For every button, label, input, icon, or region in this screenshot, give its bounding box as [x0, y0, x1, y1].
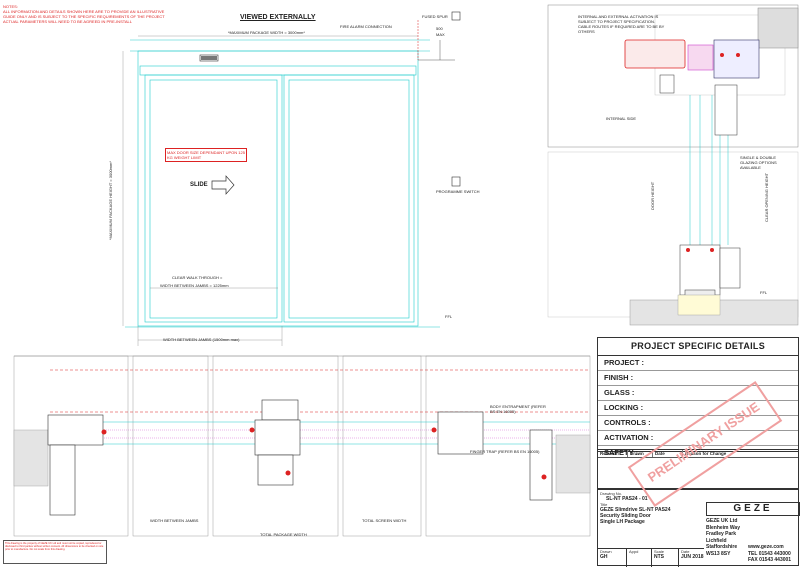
appd-label: Appd	[629, 549, 639, 554]
company-line: Fradley Park	[706, 531, 737, 537]
clear-opening-height-label: CLEAR OPENING HEIGHT	[764, 172, 769, 222]
fused-spur-label: FUSED SPUR	[422, 14, 448, 19]
body-entrapment-label: BODY ENTRAPMENT (REFER BS EN 16005)	[490, 404, 546, 414]
geze-logo: GEZE	[706, 502, 800, 516]
title-line: Single LH Package	[600, 519, 645, 525]
detail-row-project: PROJECT :	[598, 356, 798, 371]
date-value: JUN 2018	[681, 554, 704, 560]
slide-label: SLIDE	[190, 182, 208, 188]
finger-trap-label: FINGER TRAP (REFER BS EN 16005)	[470, 449, 540, 454]
width-jambs-label: WIDTH BETWEEN JAMBS = 1225mm	[160, 283, 229, 288]
rev-col-revision: Revision	[598, 450, 628, 457]
max-width-label: *MAXIMUM PACKAGE WIDTH = 3000mm*	[228, 30, 305, 35]
clear-walk-label: CLEAR WALK THROUGH =	[172, 275, 223, 280]
weight-note: MAX DOOR SIZE DEPENDANT UPON 125 KG WEIG…	[165, 148, 247, 162]
dim-max: MAX	[436, 32, 445, 37]
dim-500: 500	[436, 26, 443, 31]
drawn-value: GH	[600, 554, 608, 560]
plan-width-jambs: WIDTH BETWEEN JAMBS	[150, 518, 199, 523]
slide-arrow-icon	[211, 175, 235, 195]
plan-total-screen-width: TOTAL SCREEN WIDTH	[362, 518, 407, 523]
plan-total-package-width: TOTAL PACKAGE WIDTH	[260, 532, 307, 537]
glazing-note: SINGLE & DOUBLE GLAZING OPTIONS AVAILABL…	[740, 155, 777, 170]
company-line: WS13 8SY	[706, 550, 731, 557]
company-line: Staffordshire	[706, 544, 738, 550]
disclaimer-box: This drawing is the property of GEZE UK …	[3, 540, 107, 564]
door-height-label: DOOR HEIGHT	[650, 181, 655, 210]
plan-drawing	[13, 355, 591, 537]
project-details-heading: PROJECT SPECIFIC DETAILS	[598, 338, 798, 356]
width-jambs-bottom-label: WIDTH BETWEEN JAMBS (1500mm max)	[163, 337, 240, 342]
ffl-label: FFL	[445, 314, 453, 319]
programme-switch-label: PROGRAMME SWITCH	[436, 189, 480, 194]
programme-switch-icon	[451, 176, 461, 187]
fire-alarm-label: FIRE ALARM CONNECTION	[340, 24, 392, 29]
company-fax: FAX 01543 443001	[748, 557, 792, 563]
title-block: Drawing No. SL-NT PAS24 - 01 Title GEZE …	[597, 489, 800, 567]
company-line: GEZE UK Ltd	[706, 518, 738, 524]
detail-row-finish: FINISH :	[598, 371, 798, 386]
max-height-label: *MAXIMUM PACKAGE HEIGHT = 3000mm*	[108, 161, 113, 240]
section-ffl-label: FFL	[760, 290, 768, 295]
fused-spur-icon	[451, 11, 461, 21]
activation-note: INTERNAL AND EXTERNAL ACTIVATION IS SUBJ…	[578, 14, 665, 34]
elevation-title: VIEWED EXTERNALLY	[240, 14, 316, 21]
scale-value: NTS	[654, 554, 664, 560]
internal-side-label: INTERNAL SIDE	[606, 116, 637, 121]
